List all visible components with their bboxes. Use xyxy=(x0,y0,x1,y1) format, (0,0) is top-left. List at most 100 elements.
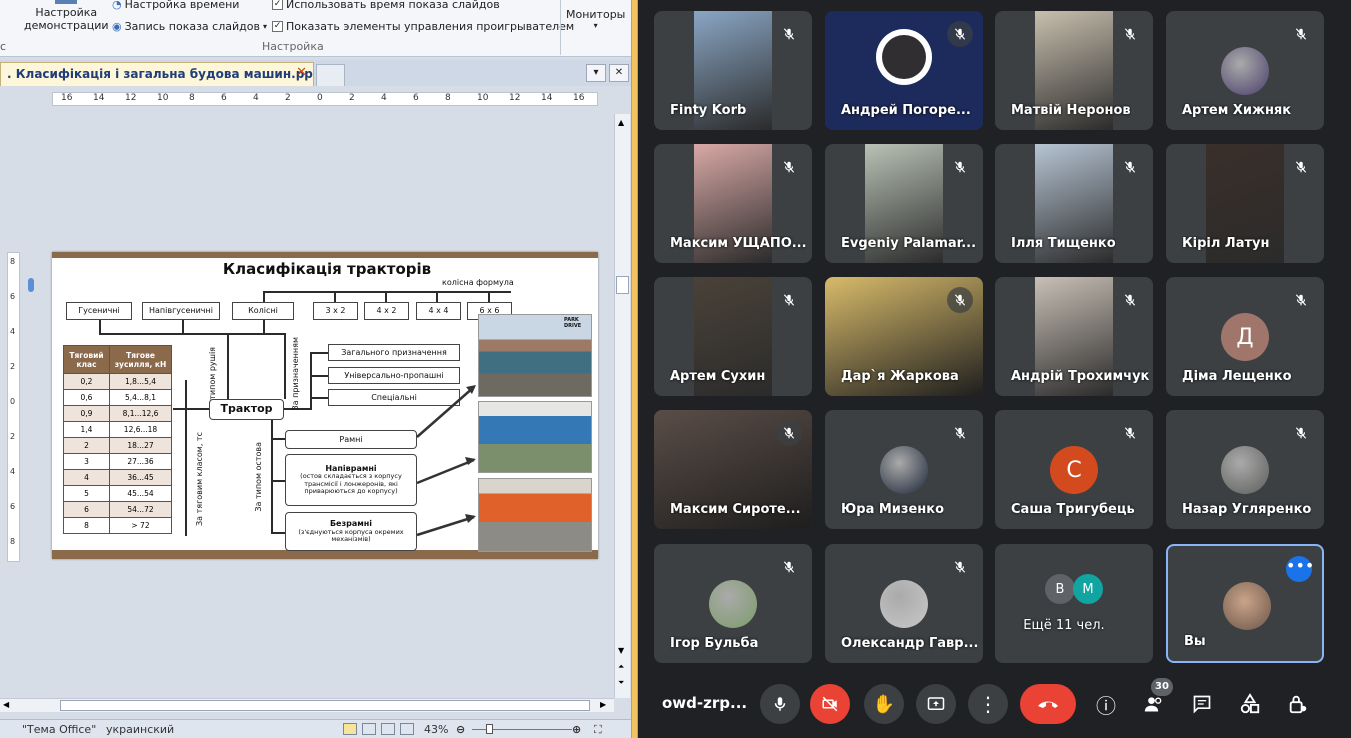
clock-icon: ◔ xyxy=(112,0,122,11)
leave-call-button[interactable] xyxy=(1020,684,1076,724)
participant-tile[interactable]: Юра Мизенко xyxy=(825,410,983,529)
activities-button[interactable] xyxy=(1234,688,1266,720)
table-cell: 18...27 xyxy=(109,437,172,454)
table-cell: 12,6...18 xyxy=(109,421,172,438)
ruler-tick-label: 4 xyxy=(381,93,387,103)
meeting-code[interactable]: owd-zrp... xyxy=(662,694,747,712)
participant-name: Юра Мизенко xyxy=(841,502,945,517)
prev-slide-icon[interactable]: ⏶ xyxy=(618,662,624,672)
more-options-icon[interactable]: ••• xyxy=(1286,556,1314,582)
table-cell: 0,9 xyxy=(63,405,110,422)
muted-mic-icon xyxy=(947,154,973,180)
slideshow-view-icon[interactable] xyxy=(400,723,414,735)
sorter-view-icon[interactable] xyxy=(362,723,376,735)
use-timings-checkbox[interactable]: ✓ Использовать время показа слайдов xyxy=(272,0,500,11)
rehearse-timings-button[interactable]: ◔ Настройка времени xyxy=(112,0,239,11)
document-tab[interactable]: . Класифікація і загальна будова машин.p… xyxy=(0,62,314,86)
participants-button[interactable]: 30 xyxy=(1138,678,1173,720)
next-slide-icon[interactable]: ⏷ xyxy=(618,678,624,688)
participant-tile[interactable]: С Саша Тригубець xyxy=(995,410,1153,529)
ruler-tick-label: 6 xyxy=(10,292,16,301)
participant-tile[interactable]: Матвій Неронов xyxy=(995,11,1153,130)
participant-tile[interactable]: Артем Сухин xyxy=(654,277,812,396)
participant-name: Матвій Неронов xyxy=(1011,103,1131,118)
scroll-right-icon[interactable]: ▶ xyxy=(600,700,606,709)
fit-slide-icon[interactable]: ⛶ xyxy=(594,723,602,737)
present-button[interactable] xyxy=(916,684,956,724)
participant-tile[interactable]: Дар`я Жаркова xyxy=(825,277,983,396)
close-document-button[interactable]: ✕ xyxy=(609,64,629,82)
table-cell: 2 xyxy=(63,437,110,454)
participant-tile[interactable]: Артем Хижняк xyxy=(1166,11,1324,130)
participant-name: Максим Сироте... xyxy=(670,502,801,517)
participant-tile[interactable]: Finty Korb xyxy=(654,11,812,130)
host-controls-button[interactable] xyxy=(1282,688,1314,720)
participant-tile[interactable]: В М Ещё 11 чел. xyxy=(995,544,1153,663)
participant-tile[interactable]: Максим УЩАПО... xyxy=(654,144,812,263)
scroll-left-icon[interactable]: ◀ xyxy=(3,700,9,709)
participant-tile[interactable]: Назар Угляренко xyxy=(1166,410,1324,529)
dropdown-arrow-icon: ▾ xyxy=(262,22,267,31)
close-tab-icon[interactable]: ✕ xyxy=(296,65,307,80)
participant-tile[interactable]: ••• Вы xyxy=(1166,544,1324,663)
zoom-in-icon[interactable]: ⊕ xyxy=(572,723,581,736)
table-cell: > 72 xyxy=(109,517,172,534)
show-media-controls-checkbox[interactable]: ✓ Показать элементы управления проигрыва… xyxy=(272,20,574,33)
new-tab-button[interactable] xyxy=(316,64,345,86)
zoom-level[interactable]: 43% xyxy=(424,723,448,736)
arrows-graphic xyxy=(416,385,476,537)
meeting-details-button[interactable]: ⓘ xyxy=(1090,688,1122,720)
connector-line xyxy=(173,408,209,410)
raise-hand-button[interactable]: ✋ xyxy=(864,684,904,724)
participant-tile[interactable]: Андрій Трохимчук xyxy=(995,277,1153,396)
window-divider[interactable] xyxy=(631,0,638,738)
use-timings-label: Использовать время показа слайдов xyxy=(286,0,500,11)
participant-tile[interactable]: Ігор Бульба xyxy=(654,544,812,663)
table-cell: 54...72 xyxy=(109,501,172,518)
ruler-tick-label: 2 xyxy=(285,93,291,103)
splitter-handle[interactable] xyxy=(28,278,34,292)
hscrollbar-thumb[interactable] xyxy=(60,700,590,711)
more-options-button[interactable]: ⋮ xyxy=(968,684,1008,724)
scroll-up-icon[interactable]: ▲ xyxy=(618,118,624,127)
horizontal-scrollbar[interactable]: ◀ ▶ xyxy=(0,698,614,712)
scroll-down-icon[interactable]: ▼ xyxy=(618,646,624,655)
ruler-tick-label: 12 xyxy=(509,93,521,103)
table-row: 4 36...45 xyxy=(63,469,172,486)
by-purpose-label: За призначенням xyxy=(291,337,300,411)
participant-name: Андрій Трохимчук xyxy=(1011,369,1149,384)
participant-tile[interactable]: Олександр Гавр... xyxy=(825,544,983,663)
slide-canvas[interactable]: Класифікація тракторів колісна формула Г… xyxy=(52,252,598,559)
muted-mic-icon xyxy=(1117,287,1143,313)
ruler-tick-label: 8 xyxy=(10,537,16,546)
scrollbar-thumb[interactable] xyxy=(616,276,629,294)
vertical-scrollbar[interactable]: ▲ ▼ ⏶ ⏷ xyxy=(614,114,630,698)
participant-tile[interactable]: Д Діма Лещенко xyxy=(1166,277,1324,396)
mic-button[interactable] xyxy=(760,684,800,724)
tab-list-dropdown[interactable]: ▾ xyxy=(586,64,606,82)
participant-tile[interactable]: Андрей Погоре... xyxy=(825,11,983,130)
chat-button[interactable] xyxy=(1186,688,1218,720)
participant-tile[interactable]: Кіріл Латун xyxy=(1166,144,1324,263)
language-status[interactable]: украинский xyxy=(106,723,174,736)
camera-button[interactable] xyxy=(810,684,850,724)
record-slideshow-button[interactable]: ◉ Запись показа слайдов ▾ xyxy=(112,20,267,33)
normal-view-icon[interactable] xyxy=(343,723,357,735)
traction-class-table: Тяговий клас Тягове зусилля, кН 0,2 1,8..… xyxy=(63,345,172,534)
monitors-button[interactable]: Мониторы ▾ xyxy=(566,8,625,30)
zoom-slider-thumb[interactable] xyxy=(486,724,493,734)
theme-status[interactable]: "Тема Office" xyxy=(22,723,96,736)
reading-view-icon[interactable] xyxy=(381,723,395,735)
participant-tile[interactable]: Максим Сироте... xyxy=(654,410,812,529)
participant-tile[interactable]: Evgeniy Palamar... xyxy=(825,144,983,263)
muted-mic-icon xyxy=(776,154,802,180)
muted-mic-icon xyxy=(776,420,802,446)
setup-slideshow-button[interactable]: Настройка демонстрации xyxy=(24,0,109,32)
participant-name: Ігор Бульба xyxy=(670,636,759,651)
participant-tile[interactable]: Ілля Тищенко xyxy=(995,144,1153,263)
ruler-tick-label: 8 xyxy=(10,257,16,266)
type-box: Гусеничні xyxy=(66,302,132,320)
zoom-out-icon[interactable]: ⊖ xyxy=(456,723,465,736)
photo-blue-tractor xyxy=(478,401,592,473)
avatar: В xyxy=(1045,574,1075,604)
